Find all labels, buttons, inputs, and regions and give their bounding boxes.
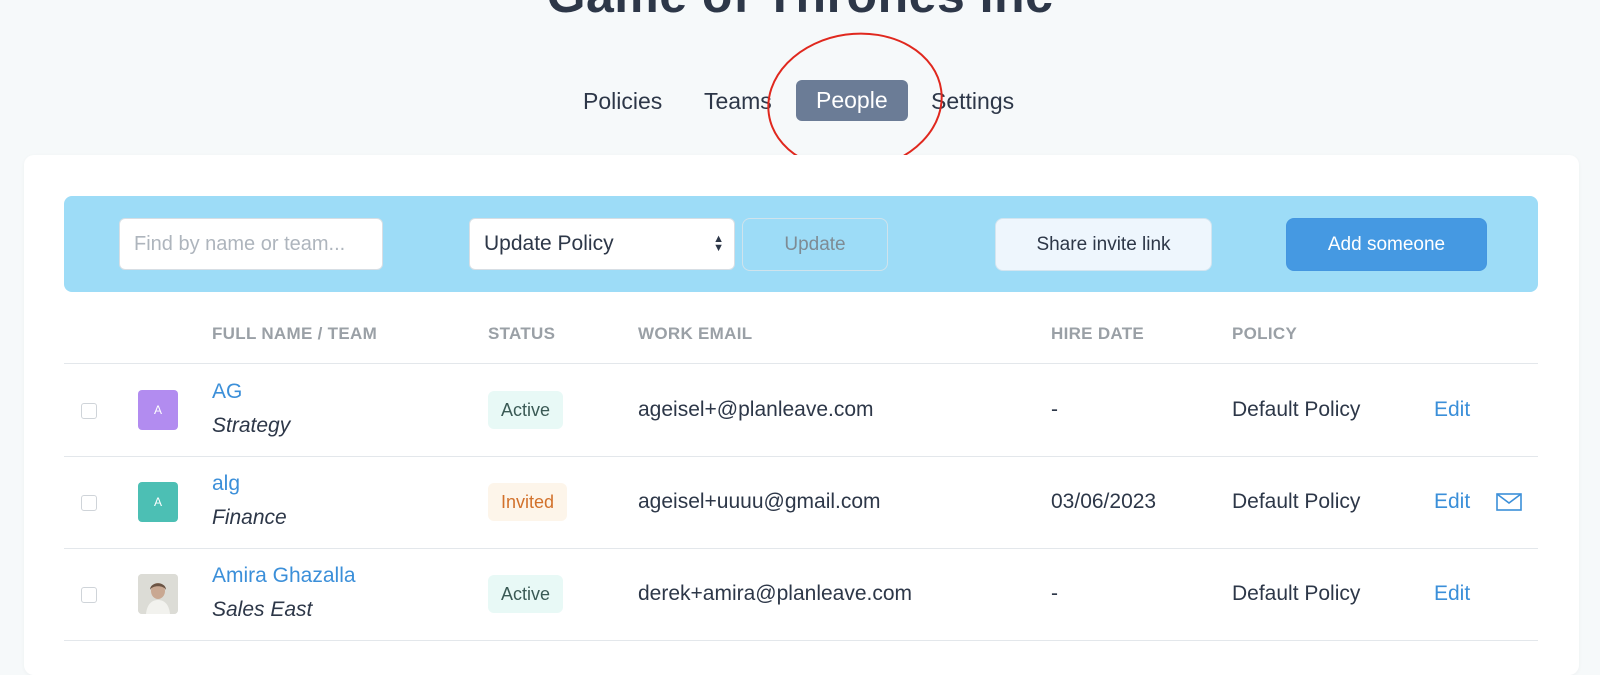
team-name: Finance: [212, 506, 287, 529]
policy-name: Default Policy: [1232, 490, 1361, 513]
header-full-name-team[interactable]: FULL NAME / TEAM: [212, 305, 377, 363]
policy-name: Default Policy: [1232, 582, 1361, 605]
table-row: A alg Finance Invited ageisel+uuuu@gmail…: [64, 456, 1538, 549]
avatar-initial: A: [153, 403, 162, 417]
table-row: A AG Strategy Active ageisel+@planleave.…: [64, 364, 1538, 457]
person-photo-icon: [138, 574, 178, 614]
hire-date: -: [1051, 582, 1058, 605]
header-hire-date[interactable]: HIRE DATE: [1051, 305, 1144, 363]
row-checkbox[interactable]: [81, 587, 97, 603]
work-email: derek+amira@planleave.com: [638, 582, 913, 605]
policy-name: Default Policy: [1232, 398, 1361, 421]
policy-select[interactable]: Update Policy ▲ ▼: [469, 218, 735, 270]
avatar-initial: A: [153, 495, 162, 509]
avatar: A: [138, 390, 178, 430]
tab-policies[interactable]: Policies: [583, 80, 662, 122]
work-email: ageisel+@planleave.com: [638, 398, 874, 421]
avatar-photo: [138, 574, 178, 614]
select-arrows-icon: ▲ ▼: [713, 233, 724, 254]
add-someone-button[interactable]: Add someone: [1286, 218, 1487, 271]
team-name: Sales East: [212, 598, 313, 621]
hire-date: 03/06/2023: [1051, 490, 1157, 513]
header-policy[interactable]: POLICY: [1232, 305, 1297, 363]
policy-select-value: Update Policy: [484, 232, 614, 255]
header-status[interactable]: STATUS: [488, 305, 555, 363]
company-title: Game of Thrones Inc: [0, 0, 1600, 24]
table-row: Amira Ghazalla Sales East Active derek+a…: [64, 548, 1538, 641]
update-button[interactable]: Update: [742, 218, 888, 271]
status-badge: Active: [488, 575, 564, 613]
edit-link[interactable]: Edit: [1434, 548, 1470, 640]
team-name: Strategy: [212, 414, 291, 437]
table-header: FULL NAME / TEAM STATUS WORK EMAIL HIRE …: [64, 305, 1538, 364]
people-toolbar: Update Policy ▲▼ Update Share invite lin…: [64, 196, 1538, 292]
person-name-link[interactable]: Amira Ghazalla: [212, 564, 356, 588]
header-work-email[interactable]: WORK EMAIL: [638, 305, 752, 363]
person-name-link[interactable]: AG: [212, 380, 242, 404]
avatar: A: [138, 482, 178, 522]
hire-date: -: [1051, 398, 1058, 421]
edit-link[interactable]: Edit: [1434, 456, 1470, 548]
status-badge: Invited: [488, 483, 568, 521]
mail-icon[interactable]: [1496, 492, 1522, 512]
search-input[interactable]: [119, 218, 383, 270]
person-name-link[interactable]: alg: [212, 472, 240, 496]
edit-link[interactable]: Edit: [1434, 364, 1470, 456]
people-card: Update Policy ▲▼ Update Share invite lin…: [24, 155, 1579, 675]
share-invite-link-button[interactable]: Share invite link: [995, 218, 1212, 271]
row-checkbox[interactable]: [81, 495, 97, 511]
status-badge: Active: [488, 391, 564, 429]
work-email: ageisel+uuuu@gmail.com: [638, 490, 881, 513]
row-checkbox[interactable]: [81, 403, 97, 419]
